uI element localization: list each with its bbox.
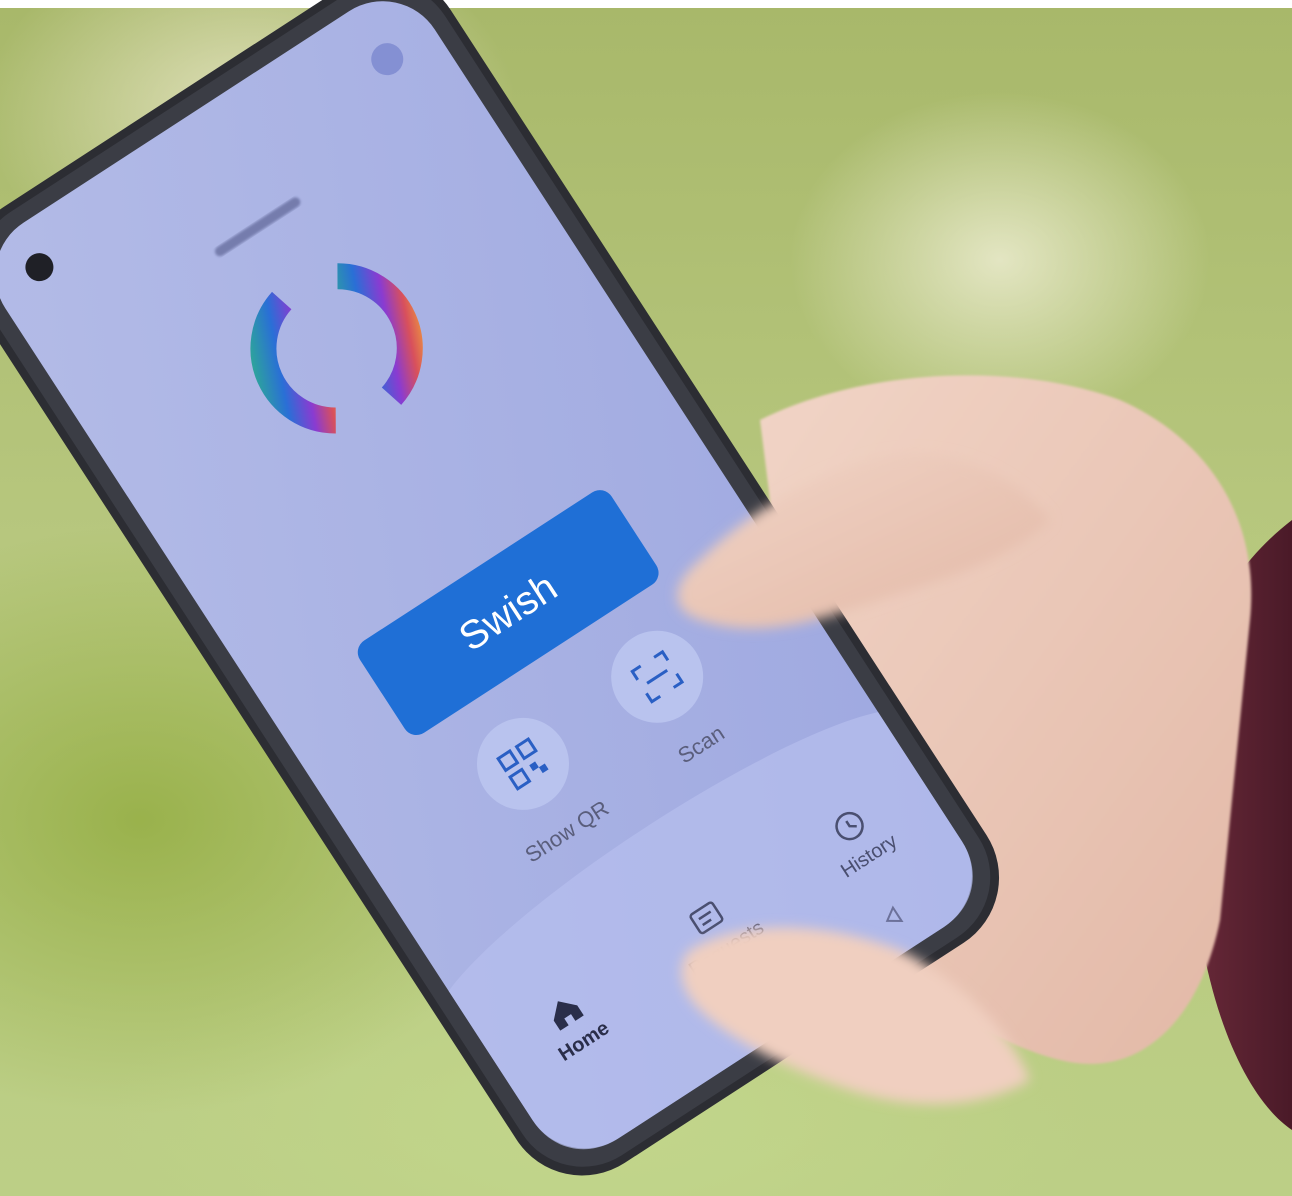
photo-scene: Swish Show QR Scan Home History [0, 0, 1292, 1176]
